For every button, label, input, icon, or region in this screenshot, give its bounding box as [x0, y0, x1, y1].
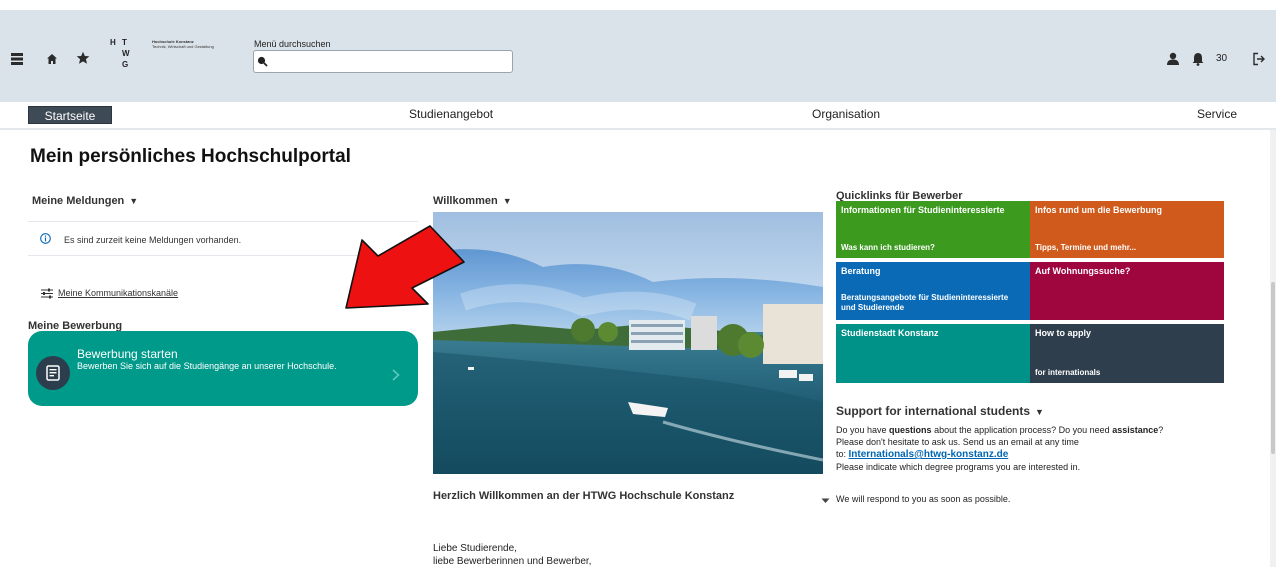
nav-studienangebot[interactable]: Studienangebot: [409, 107, 493, 121]
support-email-link[interactable]: Internationals@htwg-konstanz.de: [849, 449, 1009, 460]
scrollbar[interactable]: [1270, 130, 1276, 567]
application-icon: [36, 356, 70, 390]
bell-icon[interactable]: [1191, 52, 1205, 66]
support-line-5: We will respond to you as soon as possib…: [836, 494, 1011, 504]
chevron-down-icon: ▼: [1035, 407, 1044, 417]
star-icon[interactable]: [76, 51, 90, 65]
support-header[interactable]: Support for international students ▼: [836, 404, 1044, 418]
nav-startseite[interactable]: Startseite: [28, 106, 112, 124]
meldungen-header[interactable]: Meine Meldungen ▼: [32, 195, 138, 207]
page: H T W G Hochschule Konstanz Technik, Wir…: [0, 0, 1276, 567]
tile-studienstadt-konstanz[interactable]: Studienstadt Konstanz: [836, 324, 1030, 383]
info-icon: [40, 233, 51, 244]
page-title: Mein persönliches Hochschulportal: [30, 146, 351, 167]
tile-beratung[interactable]: Beratung Beratungsangebote für Studienin…: [836, 262, 1030, 320]
nav-organisation[interactable]: Organisation: [812, 107, 880, 121]
chevron-down-icon: ▼: [502, 196, 512, 206]
support-line-1: Do you have questions about the applicat…: [836, 425, 1164, 435]
start-application-card[interactable]: Bewerbung starten Bewerben Sie sich auf …: [28, 331, 418, 406]
logout-icon[interactable]: [1252, 52, 1266, 66]
user-icon[interactable]: [1166, 52, 1180, 66]
tile-how-to-apply[interactable]: How to apply for internationals: [1030, 324, 1224, 383]
scrollbar-thumb[interactable]: [1271, 282, 1275, 454]
search-input[interactable]: [253, 50, 513, 73]
sliders-icon: [41, 288, 53, 299]
greeting-line-1: Liebe Studierende,: [433, 543, 517, 554]
chevron-down-icon: ▼: [129, 196, 139, 206]
annotation-arrow-icon: [345, 225, 465, 309]
empty-messages-text: Es sind zurzeit keine Meldungen vorhande…: [64, 235, 242, 245]
tile-info-studieninteressierte[interactable]: Informationen für Studieninteressierte W…: [836, 201, 1030, 258]
header: H T W G Hochschule Konstanz Technik, Wir…: [0, 10, 1276, 102]
notification-count[interactable]: 30: [1216, 53, 1227, 64]
search-icon: [257, 56, 268, 67]
chevron-down-icon[interactable]: [821, 498, 830, 504]
search-label: Menü durchsuchen: [254, 39, 331, 49]
logo-name: Hochschule Konstanz Technik, Wirtschaft …: [152, 39, 214, 49]
konstanz-lake-photo: [433, 212, 823, 474]
chevron-right-icon: [392, 369, 400, 381]
support-line-3: to: Internationals@htwg-konstanz.de: [836, 449, 1009, 460]
application-card-description: Bewerben Sie sich auf die Studiengänge a…: [77, 361, 337, 371]
willkommen-header[interactable]: Willkommen ▼: [433, 195, 512, 207]
greeting-line-2: liebe Bewerberinnen und Bewerber,: [433, 556, 592, 567]
application-card-title: Bewerbung starten: [77, 347, 178, 361]
main-nav: Startseite Studienangebot Organisation S…: [0, 102, 1276, 130]
tile-bewerbung-infos[interactable]: Infos rund um die Bewerbung Tipps, Termi…: [1030, 201, 1224, 258]
tile-wohnungssuche[interactable]: Auf Wohnungssuche?: [1030, 262, 1224, 320]
support-line-4: Please indicate which degree programs yo…: [836, 462, 1081, 472]
communication-channels-link[interactable]: Meine Kommunikationskanäle: [58, 288, 178, 298]
home-icon[interactable]: [46, 53, 58, 65]
nav-service[interactable]: Service: [1197, 107, 1237, 121]
welcome-text-title: Herzlich Willkommen an der HTWG Hochschu…: [433, 490, 735, 502]
support-line-2: Please don't hesitate to ask us. Send us…: [836, 437, 1079, 447]
htwg-logo[interactable]: H T W G: [108, 38, 148, 82]
menu-icon[interactable]: [10, 52, 24, 66]
